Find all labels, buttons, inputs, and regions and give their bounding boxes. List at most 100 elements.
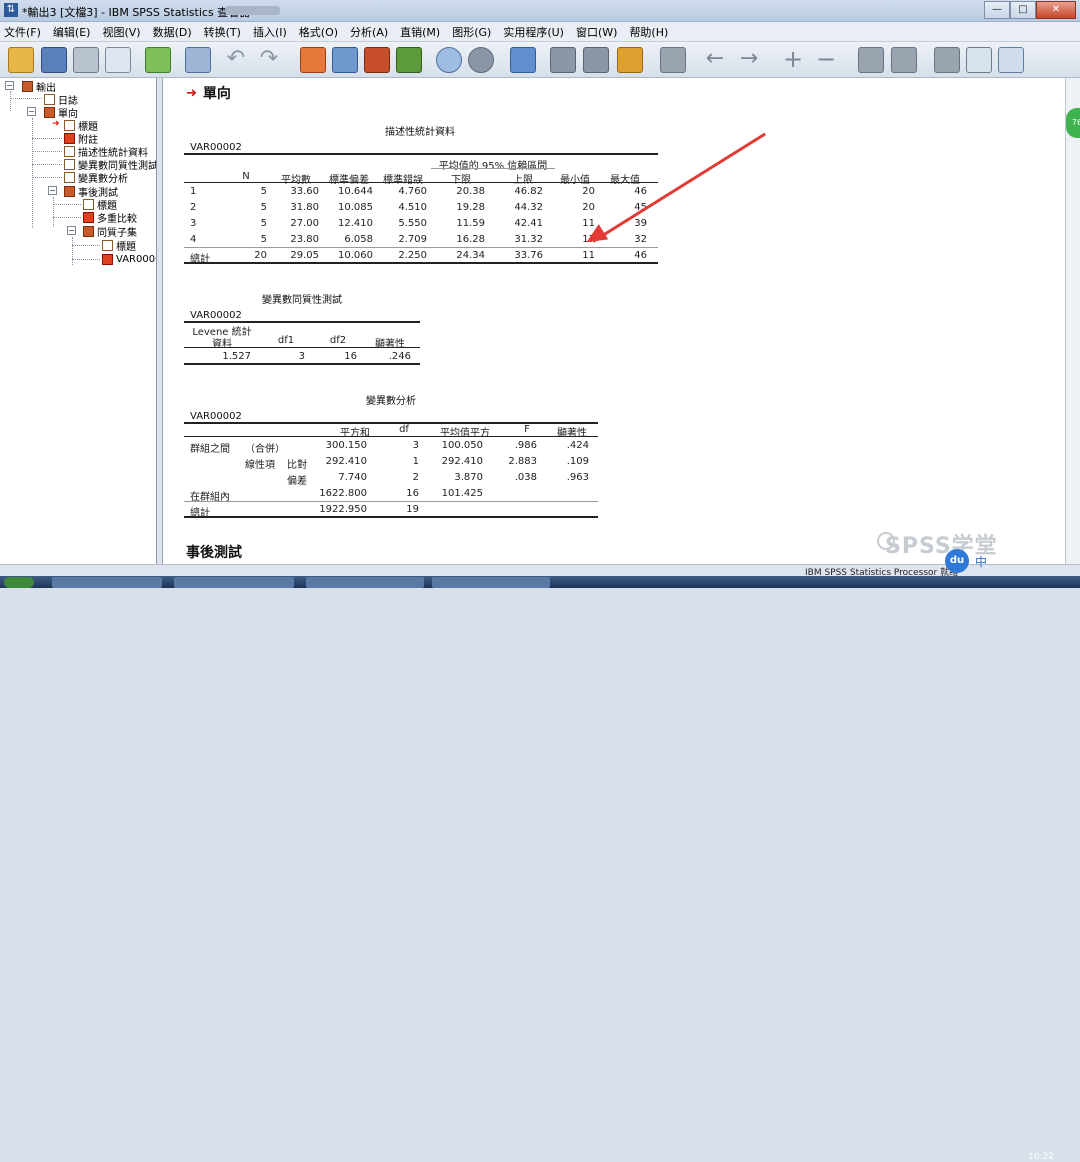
notes-icon [64,132,75,144]
current-item-arrow-icon: ➜ [52,119,60,129]
table-icon [64,171,75,183]
minimize-button[interactable]: — [984,1,1010,19]
table-icon [64,145,75,157]
toolbar: ↶ ↷ ← → + − [0,42,1080,78]
menu-edit[interactable]: 编辑(E) [53,24,91,40]
collapse-toggle[interactable]: − [5,81,14,90]
taskbar-item[interactable] [306,577,424,588]
tree-item-homogeneous-subsets[interactable]: 同質子集 [83,225,137,239]
menu-window[interactable]: 窗口(W) [576,24,617,40]
collapse-toggle-oneway[interactable]: − [27,107,36,116]
log-icon [44,93,55,105]
oneway-book-icon [44,106,55,118]
table-icon [83,211,94,223]
descriptives-title: 描述性統計資料 [385,127,455,138]
menu-data[interactable]: 数据(D) [153,24,192,40]
menu-utilities[interactable]: 实用程序(U) [503,24,564,40]
taskbar-item[interactable] [52,577,162,588]
tree-item-levene[interactable]: 變異數同質性測試 [64,158,156,172]
menu-insert[interactable]: 插入(I) [253,24,287,40]
collapse-icon[interactable]: − [813,47,839,73]
table-icon [64,158,75,170]
du-logo-icon[interactable]: du [945,549,969,573]
tree-item-log[interactable]: 日誌 [44,93,78,107]
close-button[interactable]: ✕ [1036,1,1076,19]
taskbar-item[interactable] [432,577,550,588]
insert-text-icon[interactable] [617,47,643,73]
tree-item-subset-title[interactable]: 標題 [102,239,136,253]
ime-mode[interactable]: 中 [975,553,987,570]
start-button[interactable] [4,577,34,588]
menu-graphs[interactable]: 图形(G) [452,24,491,40]
tree-item-posthoc[interactable]: 事後測試 [64,185,118,199]
section-heading: ➜ 單向 [186,85,231,103]
redo-icon[interactable]: ↷ [256,47,282,73]
chart-builder-icon[interactable] [364,47,390,73]
menu-analyze[interactable]: 分析(A) [350,24,388,40]
table-icon [102,253,113,265]
copy-icon[interactable] [966,47,992,73]
menu-help[interactable]: 帮助(H) [629,24,668,40]
vertical-scrollbar[interactable] [1065,78,1080,564]
menu-format[interactable]: 格式(O) [299,24,338,40]
menu-view[interactable]: 视图(V) [102,24,140,40]
anova-title: 變異數分析 [366,396,416,407]
print-icon[interactable] [73,47,99,73]
tree-item-anova[interactable]: 變異數分析 [64,171,128,185]
goto-data-icon[interactable] [185,47,211,73]
insert-table-icon[interactable] [510,47,536,73]
tree-item-descriptives[interactable]: 描述性統計資料 [64,145,148,159]
collapse-toggle-homsub[interactable]: − [67,226,76,235]
side-badge[interactable]: 76 [1066,108,1080,138]
export-icon[interactable] [145,47,171,73]
select-cases-icon[interactable] [468,47,494,73]
taskbar-item[interactable] [174,577,294,588]
anova-var: VAR00002 [190,411,242,422]
input-method-bar: du 中 [945,548,1065,574]
output-content-pane: ➜ 單向 描述性統計資料 VAR00002 平均值的 95% 信賴區間 N 平均… [163,78,1065,564]
collapse-toggle-posthoc[interactable]: − [48,186,57,195]
tree-item-title[interactable]: 標題 [64,119,98,133]
undo-icon[interactable]: ↶ [223,47,249,73]
levene-title: 變異數同質性測試 [262,295,342,306]
spss-viewer-window: ⇅ *輸出3 [文檔3] - IBM SPSS Statistics 查看器 —… [0,0,1080,1162]
levene-var: VAR00002 [190,310,242,321]
maximize-button[interactable]: □ [1010,1,1036,19]
value-labels-icon[interactable] [396,47,422,73]
demote-icon[interactable]: → [736,47,762,73]
hide-icon[interactable] [891,47,917,73]
menu-direct-marketing[interactable]: 直销(M) [400,24,440,40]
tree-item-multiple-comparisons[interactable]: 多重比較 [83,211,137,225]
designate-window-icon[interactable] [660,47,686,73]
red-arrow-icon: ➜ [186,85,197,101]
tree-item-output[interactable]: 輸出 [22,80,56,94]
variables-icon[interactable] [332,47,358,73]
title-bar: ⇅ *輸出3 [文檔3] - IBM SPSS Statistics 查看器 —… [0,0,1080,22]
promote-icon[interactable]: ← [702,47,728,73]
insert-heading-icon[interactable] [550,47,576,73]
tree-item-posthoc-title[interactable]: 標題 [83,198,117,212]
insert-title-icon[interactable] [583,47,609,73]
open-folder-icon[interactable] [8,47,34,73]
subset-book-icon [83,225,94,237]
tree-item-oneway[interactable]: 單向 [44,106,78,120]
tree-item-var[interactable]: VAR0000 [102,253,156,265]
title-icon [102,239,113,251]
status-bar: IBM SPSS Statistics Processor 就绪 [0,564,1080,578]
menu-transform[interactable]: 转换(T) [204,24,241,40]
descriptives-var: VAR00002 [190,142,242,153]
clock: 10:22 [1028,1152,1054,1162]
show-icon[interactable] [858,47,884,73]
tree-item-notes[interactable]: 附註 [64,132,98,146]
redacted-title [225,6,280,15]
print-preview-icon[interactable] [105,47,131,73]
show-all-icon[interactable] [436,47,462,73]
goto-case-icon[interactable] [300,47,326,73]
expand-icon[interactable]: + [780,47,806,73]
title-icon [83,198,94,210]
menu-file[interactable]: 文件(F) [4,24,41,40]
outline-icon[interactable] [934,47,960,73]
taskbar: 10:22 [0,576,1080,1162]
properties-icon[interactable] [998,47,1024,73]
save-icon[interactable] [41,47,67,73]
